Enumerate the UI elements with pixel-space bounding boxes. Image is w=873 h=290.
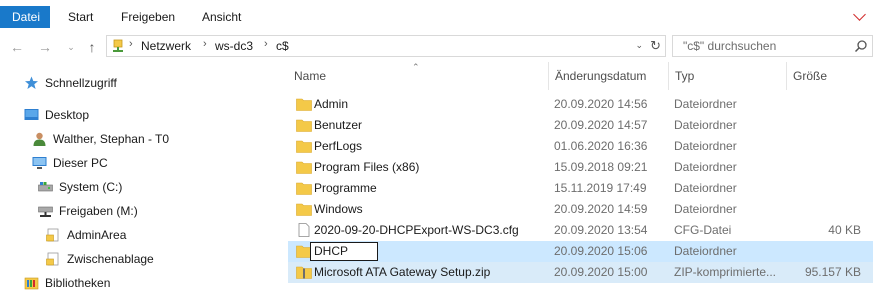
ribbon: Datei Start Freigeben Ansicht bbox=[0, 0, 873, 32]
forward-button[interactable]: → bbox=[36, 38, 54, 56]
file-size: 40 KB bbox=[828, 223, 861, 237]
arrow-up-icon: ↑ bbox=[88, 39, 96, 55]
column-header-row: Name Änderungsdatum Typ Größe bbox=[288, 62, 873, 90]
list-item[interactable]: 2020-09-20-DHCPExport-WS-DC3.cfg 20.09.2… bbox=[288, 220, 873, 241]
nav-item-label: Desktop bbox=[45, 108, 90, 122]
library-icon bbox=[24, 277, 39, 290]
list-item[interactable]: PerfLogs 01.06.2020 16:36 Dateiordner bbox=[288, 136, 873, 157]
file-date: 15.11.2019 17:49 bbox=[554, 181, 647, 195]
file-size: 95.157 KB bbox=[804, 265, 861, 279]
chevron-down-icon bbox=[853, 8, 866, 21]
column-header-type[interactable]: Typ bbox=[668, 62, 786, 90]
file-name: Microsoft ATA Gateway Setup.zip bbox=[314, 265, 491, 279]
expand-ribbon-button[interactable] bbox=[845, 0, 873, 28]
nav-item-label: Walther, Stephan - T0 bbox=[53, 132, 170, 146]
file-date: 01.06.2020 16:36 bbox=[554, 139, 648, 153]
folder-icon bbox=[296, 98, 312, 111]
file-date: 20.09.2020 13:54 bbox=[554, 223, 648, 237]
list-item[interactable]: Program Files (x86) 15.09.2018 09:21 Dat… bbox=[288, 157, 873, 178]
folder-icon bbox=[296, 140, 312, 153]
folder-icon bbox=[296, 203, 312, 216]
address-dropdown-icon[interactable]: ⌄ bbox=[635, 40, 643, 51]
list-item[interactable]: Microsoft ATA Gateway Setup.zip 20.09.20… bbox=[288, 262, 873, 283]
file-date: 20.09.2020 14:56 bbox=[554, 97, 648, 111]
desktop-icon bbox=[24, 109, 39, 120]
file-date: 20.09.2020 15:06 bbox=[554, 244, 648, 258]
file-type: Dateiordner bbox=[674, 202, 737, 216]
file-type: Dateiordner bbox=[674, 160, 737, 174]
file-icon bbox=[298, 223, 310, 237]
nav-item-label: Zwischenablage bbox=[67, 252, 154, 266]
tab-datei[interactable]: Datei bbox=[0, 6, 50, 28]
network-icon bbox=[113, 39, 123, 52]
nav-item-label: Dieser PC bbox=[53, 156, 108, 170]
folder-icon bbox=[296, 119, 312, 132]
chevron-right-icon: › bbox=[264, 38, 268, 50]
search-icon[interactable] bbox=[854, 39, 868, 53]
file-name: PerfLogs bbox=[314, 139, 363, 153]
address-row: ← → ⌄ ↑ › Netzwerk › ws-dc3 › c$ ⌄ ↻ bbox=[0, 32, 873, 62]
file-type: Dateiordner bbox=[674, 118, 737, 132]
shared-folder-icon bbox=[46, 252, 59, 266]
breadcrumb-ws-dc3[interactable]: ws-dc3 bbox=[215, 39, 253, 53]
computer-icon bbox=[32, 157, 47, 169]
file-name: Admin bbox=[314, 97, 349, 111]
user-icon bbox=[33, 132, 46, 146]
folder-icon bbox=[296, 182, 312, 195]
tab-start[interactable]: Start bbox=[68, 6, 93, 28]
search-input[interactable] bbox=[673, 36, 853, 56]
recent-locations-button[interactable]: ⌄ bbox=[62, 38, 80, 56]
file-type: Dateiordner bbox=[674, 181, 737, 195]
nav-item-label: Freigaben (M:) bbox=[59, 204, 138, 218]
file-type: CFG-Datei bbox=[674, 223, 732, 237]
rename-input[interactable]: DHCP bbox=[310, 242, 378, 261]
star-icon bbox=[25, 76, 38, 89]
nav-item-label: Schnellzugriff bbox=[45, 76, 117, 90]
breadcrumb-netzwerk[interactable]: Netzwerk bbox=[141, 39, 191, 53]
file-type: Dateiordner bbox=[674, 244, 737, 258]
list-item[interactable]: Admin 20.09.2020 14:56 Dateiordner bbox=[288, 94, 873, 115]
file-name: Program Files (x86) bbox=[314, 160, 420, 174]
refresh-icon[interactable]: ↻ bbox=[650, 38, 661, 54]
file-type: Dateiordner bbox=[674, 139, 737, 153]
navigation-pane: Schnellzugriff Desktop Walther, Stephan … bbox=[0, 62, 287, 290]
breadcrumb-c[interactable]: c$ bbox=[276, 39, 289, 53]
folder-icon bbox=[296, 161, 312, 174]
sort-ascending-icon: ⌃ bbox=[412, 62, 420, 72]
arrow-right-icon: → bbox=[38, 39, 52, 55]
address-bar[interactable]: › Netzwerk › ws-dc3 › c$ ⌄ ↻ bbox=[106, 35, 666, 57]
file-date: 20.09.2020 14:59 bbox=[554, 202, 648, 216]
chevron-down-icon: ⌄ bbox=[67, 42, 75, 52]
drive-icon bbox=[38, 182, 53, 192]
nav-item-label: Bibliotheken bbox=[45, 276, 111, 290]
file-date: 20.09.2020 15:00 bbox=[554, 265, 648, 279]
back-button[interactable]: ← bbox=[8, 38, 26, 56]
up-button[interactable]: ↑ bbox=[83, 38, 101, 56]
list-item[interactable]: Programme 15.11.2019 17:49 Dateiordner bbox=[288, 178, 873, 199]
list-item-renaming[interactable]: DHCP 20.09.2020 15:06 Dateiordner bbox=[288, 241, 873, 262]
chevron-right-icon: › bbox=[129, 38, 133, 50]
file-date: 15.09.2018 09:21 bbox=[554, 160, 648, 174]
file-type: Dateiordner bbox=[674, 97, 737, 111]
tab-ansicht[interactable]: Ansicht bbox=[202, 6, 241, 28]
file-name: 2020-09-20-DHCPExport-WS-DC3.cfg bbox=[314, 223, 519, 237]
file-name: Windows bbox=[314, 202, 363, 216]
file-type: ZIP-komprimierte... bbox=[674, 265, 777, 279]
list-item[interactable]: Windows 20.09.2020 14:59 Dateiordner bbox=[288, 199, 873, 220]
list-item[interactable]: Benutzer 20.09.2020 14:57 Dateiordner bbox=[288, 115, 873, 136]
shared-folder-icon bbox=[46, 228, 59, 242]
chevron-right-icon: › bbox=[203, 38, 207, 50]
nav-item-label: AdminArea bbox=[67, 228, 127, 242]
nav-item-label: System (C:) bbox=[59, 180, 123, 194]
column-header-date[interactable]: Änderungsdatum bbox=[548, 62, 668, 90]
zip-icon bbox=[296, 266, 312, 279]
tab-freigeben[interactable]: Freigeben bbox=[121, 6, 175, 28]
network-drive-icon bbox=[38, 206, 53, 217]
arrow-left-icon: ← bbox=[10, 39, 24, 55]
search-box[interactable] bbox=[672, 35, 873, 57]
file-name: Programme bbox=[314, 181, 377, 195]
file-date: 20.09.2020 14:57 bbox=[554, 118, 648, 132]
file-name: Benutzer bbox=[314, 118, 363, 132]
column-header-size[interactable]: Größe bbox=[786, 62, 873, 90]
